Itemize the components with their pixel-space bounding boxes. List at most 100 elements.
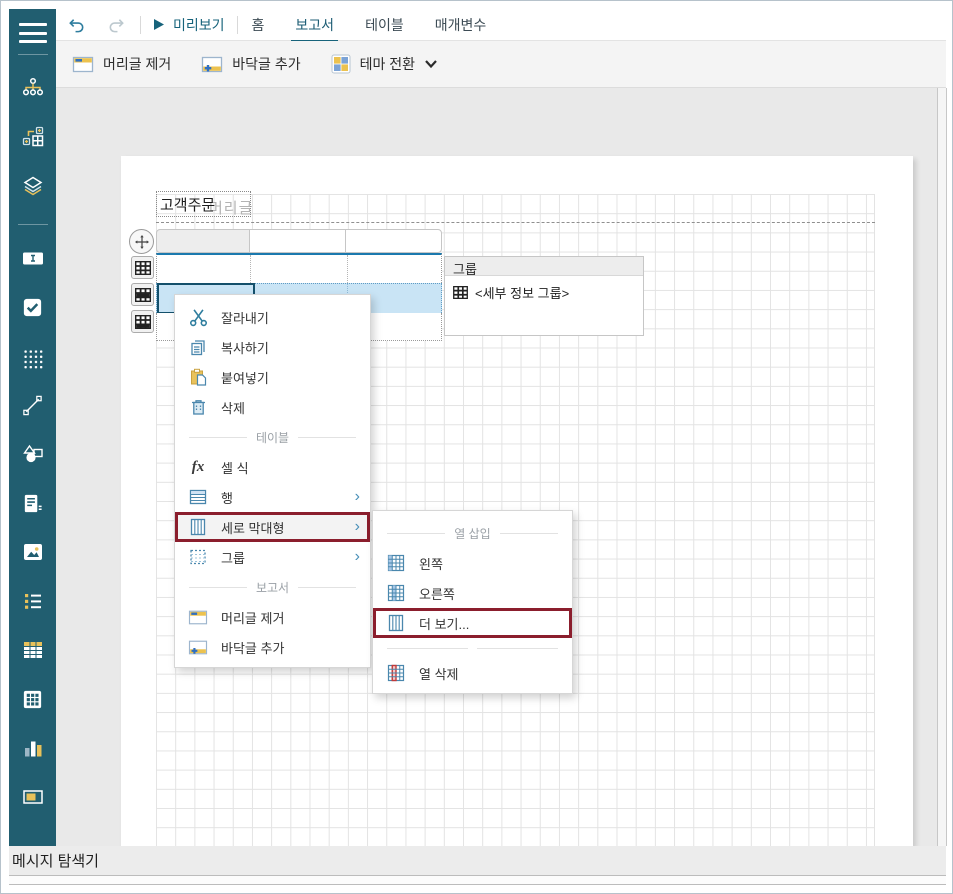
menu-item-cut[interactable]: 잘라내기 xyxy=(175,302,370,332)
group-panel-item[interactable]: <세부 정보 그룹> xyxy=(445,276,643,302)
rows-icon xyxy=(188,487,208,507)
column-handle-2[interactable] xyxy=(249,229,346,253)
table-icon xyxy=(21,638,45,667)
submenu-item-more[interactable]: 더 보기... xyxy=(373,608,572,638)
menu-item-paste[interactable]: 붙여넣기 xyxy=(175,362,370,392)
sidebar-item-chart[interactable] xyxy=(9,726,56,775)
add-footer-button[interactable]: 바닥글 추가 xyxy=(201,54,300,74)
hamburger-menu-icon[interactable] xyxy=(19,23,47,43)
redo-button[interactable] xyxy=(104,13,128,37)
menu-item-label: 붙여넣기 xyxy=(221,368,269,387)
switch-theme-label: 테마 전환 xyxy=(360,54,415,74)
delete-column-icon xyxy=(386,663,406,683)
sidebar-item-pivot-grid[interactable] xyxy=(9,334,56,383)
submenu-arrow-icon: › xyxy=(355,549,360,565)
menu-item-row[interactable]: 행 › xyxy=(175,482,370,512)
preview-label: 미리보기 xyxy=(173,15,225,35)
matrix-icon xyxy=(21,688,44,716)
column-handle-3[interactable] xyxy=(345,229,442,253)
menu-item-column[interactable]: 세로 막대형 › xyxy=(175,512,370,542)
tab-home[interactable]: 홈 xyxy=(250,8,267,42)
trash-icon xyxy=(188,397,208,417)
band-separator[interactable] xyxy=(156,222,875,223)
report-title-text: 고객주문 xyxy=(160,194,215,215)
status-bar[interactable]: 메시지 탐색기 xyxy=(9,846,946,875)
sidebar-item-image[interactable] xyxy=(9,530,56,579)
menu-item-group[interactable]: 그룹 › xyxy=(175,542,370,572)
menu-item-label: 잘라내기 xyxy=(221,308,269,327)
submenu-item-right[interactable]: 오른쪽 xyxy=(373,578,572,608)
toolbar-separator xyxy=(237,16,238,34)
tab-parameters[interactable]: 매개변수 xyxy=(433,8,489,42)
menu-item-label: 그룹 xyxy=(221,548,245,567)
group-panel-title: 그룹 xyxy=(445,257,643,276)
undo-button[interactable] xyxy=(64,13,88,37)
hierarchy-icon xyxy=(21,76,45,105)
sidebar-item-rich-text[interactable] xyxy=(9,481,56,530)
menu-item-remove-header[interactable]: 머리글 제거 xyxy=(175,602,370,632)
report-designer-window: 미리보기 홈 보고서 테이블 매개변수 머리글 제거 바닥글 추가 테마 전환 … xyxy=(0,0,953,894)
sidebar-item-layers[interactable] xyxy=(9,164,56,213)
tab-table[interactable]: 테이블 xyxy=(363,8,406,42)
sidebar-item-data-source[interactable] xyxy=(9,115,56,164)
report-title-textbox[interactable]: 고객주문 xyxy=(156,191,251,217)
menu-item-cell-expression[interactable]: fx 셀 식 xyxy=(175,452,370,482)
remove-header-icon xyxy=(188,607,208,627)
checkbox-icon xyxy=(21,296,44,324)
insert-right-icon xyxy=(386,583,406,603)
menu-item-label: 머리글 제거 xyxy=(221,608,284,627)
remove-header-button[interactable]: 머리글 제거 xyxy=(72,54,171,74)
list-icon xyxy=(21,589,45,618)
submenu-item-left[interactable]: 왼쪽 xyxy=(373,548,572,578)
play-icon xyxy=(153,18,165,31)
sidebar-item-shapes[interactable] xyxy=(9,432,56,481)
copy-icon xyxy=(188,337,208,357)
theme-icon xyxy=(331,54,351,74)
add-footer-icon xyxy=(201,55,223,74)
submenu-arrow-icon: › xyxy=(355,489,360,505)
sidebar-item-line[interactable] xyxy=(9,383,56,432)
menu-section-table: 테이블 xyxy=(175,422,370,452)
row-handle-footer[interactable] xyxy=(131,310,154,333)
switch-theme-button[interactable]: 테마 전환 xyxy=(331,54,438,74)
menu-item-copy[interactable]: 복사하기 xyxy=(175,332,370,362)
horizontal-scrollbar[interactable] xyxy=(9,875,946,885)
menu-item-label: 셀 식 xyxy=(221,458,249,477)
remove-header-label: 머리글 제거 xyxy=(103,54,171,74)
table-move-handle[interactable] xyxy=(129,229,154,254)
more-columns-icon xyxy=(386,613,406,633)
add-footer-icon xyxy=(188,637,208,657)
sidebar-item-page-footer[interactable] xyxy=(9,775,56,824)
column-handle-1[interactable] xyxy=(156,229,250,253)
table-column-strip xyxy=(156,229,442,253)
sidebar-item-table[interactable] xyxy=(9,628,56,677)
chart-icon xyxy=(21,736,45,765)
add-footer-label: 바닥글 추가 xyxy=(232,54,300,74)
tab-report[interactable]: 보고서 xyxy=(293,8,336,42)
row-handle-icon xyxy=(135,261,151,275)
sidebar-divider xyxy=(18,224,48,225)
sidebar-item-matrix[interactable] xyxy=(9,677,56,726)
column-divider xyxy=(250,255,251,283)
sidebar-item-textbox[interactable] xyxy=(9,236,56,285)
row-handle-icon xyxy=(135,288,151,302)
table-header-row[interactable] xyxy=(156,253,442,283)
submenu-section-label: 열 삽입 xyxy=(454,525,490,542)
submenu-arrow-icon: › xyxy=(355,519,360,535)
row-handle-header[interactable] xyxy=(131,256,154,279)
menu-item-delete[interactable]: 삭제 xyxy=(175,392,370,422)
image-icon xyxy=(21,540,45,569)
sidebar-item-list[interactable] xyxy=(9,579,56,628)
toolbar-separator xyxy=(140,16,141,34)
insert-left-icon xyxy=(386,553,406,573)
menu-item-add-footer[interactable]: 바닥글 추가 xyxy=(175,632,370,662)
menu-section-label: 보고서 xyxy=(256,579,289,596)
submenu-section-insert-column: 열 삽입 xyxy=(373,518,572,548)
preview-button[interactable]: 미리보기 xyxy=(153,15,225,35)
vertical-scrollbar[interactable] xyxy=(937,88,947,846)
submenu-item-delete-column[interactable]: 열 삭제 xyxy=(373,658,572,688)
group-panel: 그룹 <세부 정보 그룹> xyxy=(444,256,644,336)
row-handle-body[interactable] xyxy=(131,283,154,306)
sidebar-item-checkbox[interactable] xyxy=(9,285,56,334)
sidebar-item-hierarchy[interactable] xyxy=(9,66,56,115)
